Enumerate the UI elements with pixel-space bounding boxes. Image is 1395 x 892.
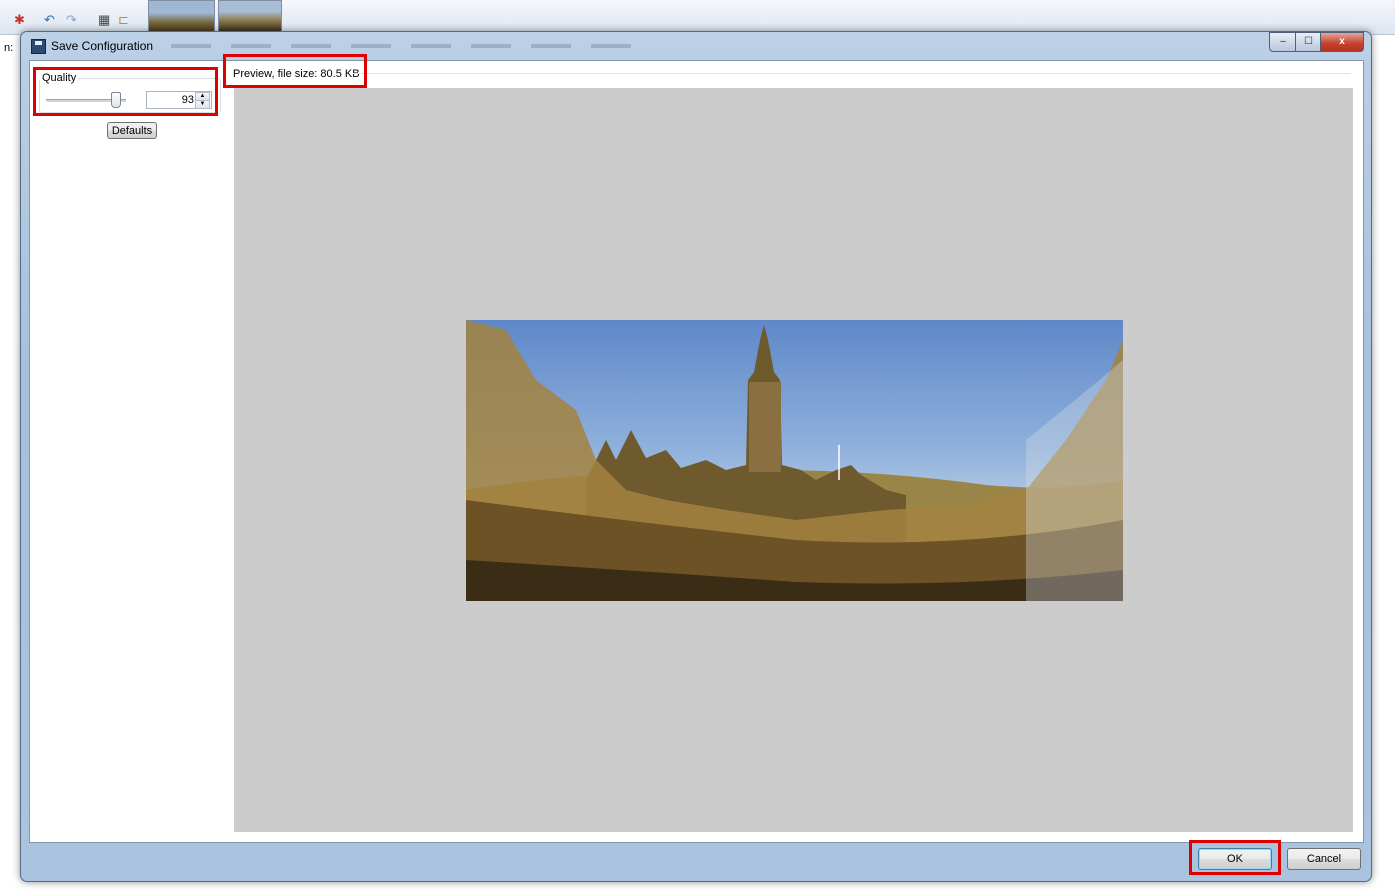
settings-pane: Quality 93 ▲ ▼ Defaults bbox=[30, 61, 233, 842]
close-button[interactable]: x bbox=[1320, 32, 1364, 52]
preview-separator bbox=[353, 73, 1351, 74]
grid-icon[interactable]: ▦ bbox=[98, 13, 110, 26]
maximize-button[interactable]: ☐ bbox=[1295, 32, 1322, 52]
redo-icon[interactable]: ↷ bbox=[66, 13, 77, 26]
defaults-button[interactable]: Defaults bbox=[107, 122, 157, 139]
preview-image bbox=[466, 320, 1123, 601]
host-toolbar: ✱ ↶ ↷ ▦ ⊏ bbox=[0, 0, 1395, 35]
preview-area[interactable] bbox=[234, 88, 1353, 832]
save-icon bbox=[31, 39, 46, 54]
ok-highlight-box bbox=[1189, 840, 1281, 875]
quality-highlight-box bbox=[33, 67, 218, 116]
dialog-client-area: Quality 93 ▲ ▼ Defaults Preview, file si… bbox=[29, 60, 1364, 843]
preview-pane: Preview, file size: 80.5 KB bbox=[233, 61, 1363, 842]
title-bar-background-ghost bbox=[171, 44, 631, 48]
cancel-button[interactable]: Cancel bbox=[1287, 848, 1361, 870]
crop-icon[interactable]: ⊏ bbox=[118, 13, 129, 26]
undo-icon[interactable]: ↶ bbox=[44, 13, 55, 26]
dialog-title: Save Configuration bbox=[51, 39, 154, 53]
preview-label-highlight-box bbox=[223, 54, 367, 88]
host-side-label: n: bbox=[4, 42, 14, 54]
minimize-button[interactable]: – bbox=[1269, 32, 1297, 52]
save-configuration-dialog: Save Configuration – ☐ x Quality 93 ▲ ▼ … bbox=[20, 31, 1372, 882]
host-thumbnail[interactable] bbox=[218, 0, 282, 32]
host-thumbnail[interactable] bbox=[148, 0, 215, 32]
new-document-icon[interactable]: ✱ bbox=[14, 13, 25, 26]
